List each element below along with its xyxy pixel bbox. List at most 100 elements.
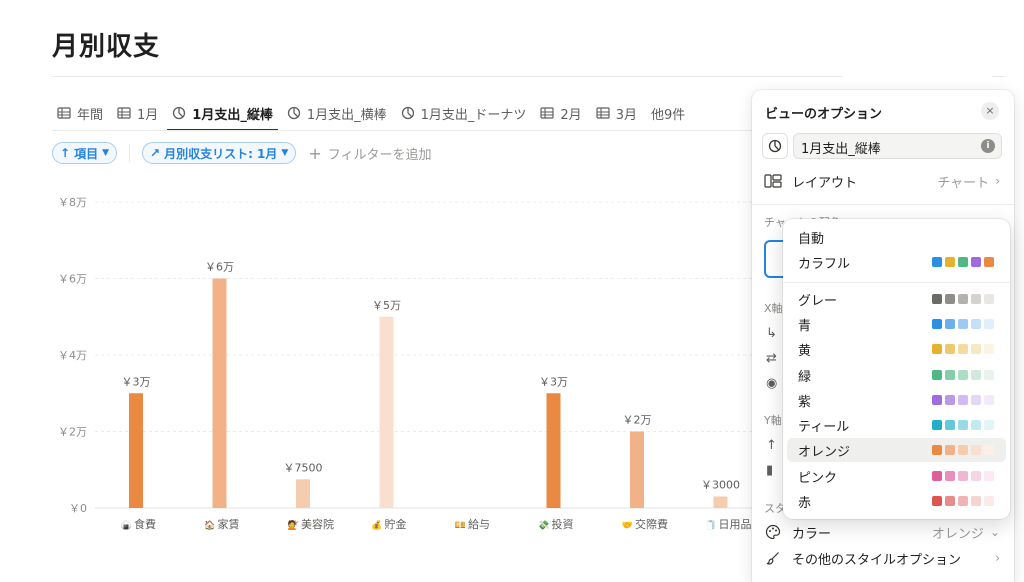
color-swatch [971,420,981,430]
color-palette-menu: 自動カラフルグレー青黄緑紫ティールオレンジ ピンク赤 [783,219,1010,519]
y-tick-label: ￥6万 [58,273,87,286]
color-swatches [929,496,994,506]
tab-4[interactable]: 1月支出_ドーナツ [396,96,532,130]
color-option[interactable]: 自動 [787,225,1006,249]
color-swatch [945,420,955,430]
view-name-input[interactable]: 1月支出_縦棒 i [793,133,1002,159]
color-option-label: 黄 [798,343,812,359]
color-swatch [984,445,994,455]
bar-icon: ▮ [766,463,774,478]
bar [296,479,310,508]
y-tick-label: ￥2万 [58,426,87,439]
color-swatch [971,370,981,380]
tab-label: 3月 [615,107,637,123]
sort-chip[interactable]: ↑ 項目 ▼ [52,142,117,164]
color-swatch [971,257,981,267]
color-swatch [958,344,968,354]
color-swatch [971,496,981,506]
tab-1[interactable]: 1月 [112,96,163,130]
y-axis-section-label: Y軸 [764,414,782,427]
bar [546,393,561,508]
bar [379,316,394,508]
category-icon: 💸 [538,520,549,531]
layout-row[interactable]: レイアウト チャート › [764,171,1000,191]
color-option[interactable]: 紫 [787,388,1006,412]
color-swatch [984,395,994,405]
y-tick-label: ￥4万 [58,349,87,362]
data-label: ￥5万 [372,299,401,312]
tab-6[interactable]: 3月 [591,96,642,130]
color-row[interactable]: カラー オレンジ ⌄ [764,522,1000,542]
table-icon [540,106,555,120]
tab-3[interactable]: 1月支出_横棒 [282,96,392,130]
color-option[interactable]: 黄 [787,337,1006,361]
tab-0[interactable]: 年間 [52,96,108,130]
add-filter-button[interactable]: + フィルターを追加 [308,144,431,163]
color-swatch [932,319,942,329]
color-swatch [932,294,942,304]
arrow-up-icon: ↑ [60,146,71,160]
table-icon [57,106,71,120]
x-tick-label: 日用品 [719,518,752,531]
color-label: カラー [792,526,832,542]
color-swatch [958,471,968,481]
category-icon: 💴 [455,521,466,531]
color-option[interactable]: 赤 [787,489,1006,513]
color-swatch [971,319,981,329]
x-tick-label: 家賃 [218,517,240,531]
color-swatch [958,496,968,506]
chevron-down-icon: ▼ [281,148,289,158]
color-option[interactable]: ティール [787,413,1006,437]
color-swatches [929,370,994,380]
tab-2[interactable]: 1月支出_縦棒 [167,96,278,131]
color-option[interactable]: オレンジ [787,438,1006,462]
color-swatch [945,445,955,455]
tab-label: 1月支出_縦棒 [192,107,273,123]
category-icon: 💰 [371,519,382,531]
color-option-label: ティール [798,419,850,435]
color-option[interactable]: グレー [787,287,1006,311]
x-tick-label: 給与 [468,517,490,531]
color-swatch [971,445,981,455]
close-icon[interactable]: × [981,102,999,120]
color-option-label: 緑 [798,369,812,385]
tab-5[interactable]: 2月 [535,96,586,130]
page-title: 月別収支 [52,32,161,62]
chevron-down-icon: ⌄ [989,525,1000,539]
color-swatches [929,319,994,329]
color-option[interactable]: 青 [787,312,1006,336]
arrow-up-icon: ↑ [766,438,777,453]
palette-icon [764,523,782,541]
color-option[interactable]: ピンク [787,464,1006,488]
color-swatch [958,370,968,380]
relation-filter-chip[interactable]: ↗ 月別収支リスト: 1月 ▼ [142,142,297,164]
color-swatch [945,395,955,405]
bar [212,278,227,508]
tab-7[interactable]: 他9件 [646,96,690,130]
color-swatch [984,471,994,481]
title-divider [52,76,842,77]
tab-label: 他9件 [650,107,686,123]
tab-label: 1月支出_横棒 [306,107,387,123]
info-icon[interactable]: i [981,139,995,153]
title-divider-right [992,76,1006,77]
tab-label: 年間 [77,107,104,123]
menu-divider [783,282,1010,283]
chart-icon [287,106,301,120]
layout-value: チャート [937,175,990,191]
color-swatch [984,319,994,329]
add-filter-label: フィルターを追加 [327,147,432,163]
color-option-label: カラフル [798,256,851,272]
color-swatch [984,344,994,354]
data-label: ￥3万 [539,375,568,388]
more-style-row[interactable]: その他のスタイルオプション › [764,548,1000,568]
color-option-label: グレー [798,293,838,309]
data-label: ￥7500 [284,461,323,474]
layout-icon [764,172,782,190]
chart-icon [172,106,186,120]
color-option[interactable]: カラフル [787,250,1006,274]
color-option[interactable]: 緑 [787,363,1006,387]
bar [713,496,728,508]
view-icon-button[interactable] [762,133,788,159]
x-tick-label: 投資 [552,517,574,531]
